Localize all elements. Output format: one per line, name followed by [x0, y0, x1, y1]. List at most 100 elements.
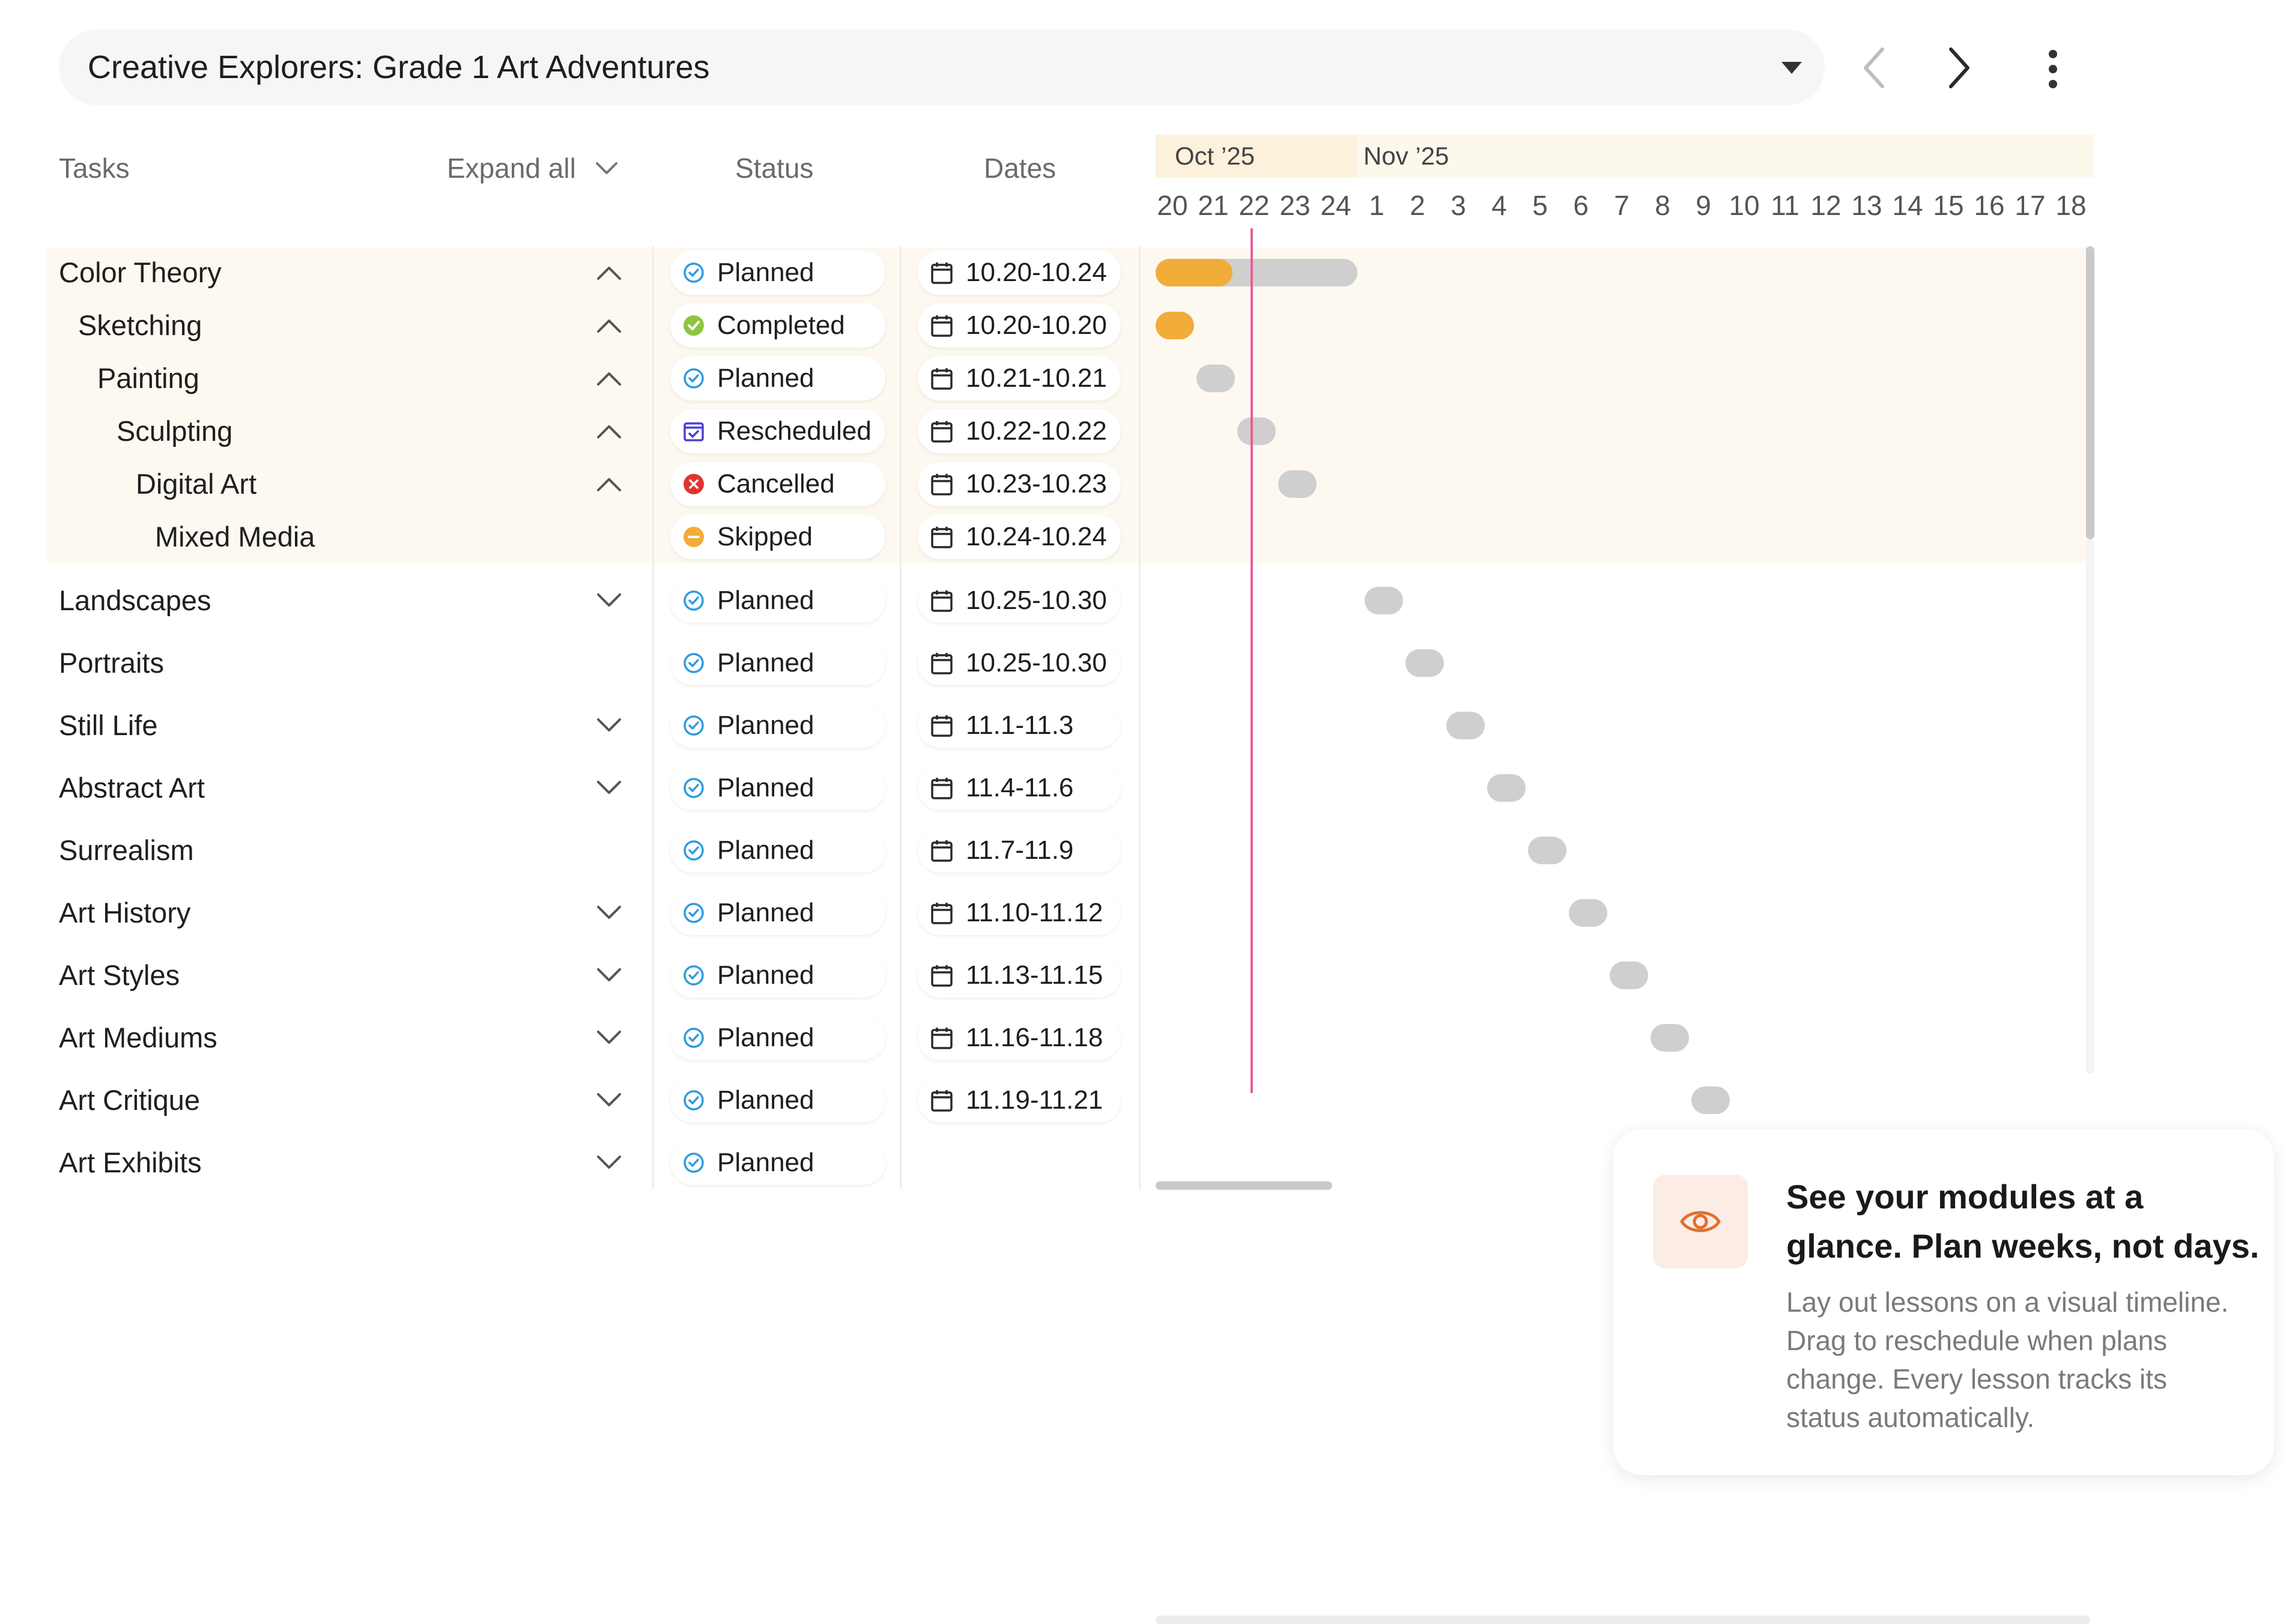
date-range[interactable]: 11.19-11.21 [918, 1078, 1121, 1123]
status-badge[interactable]: Skipped [670, 515, 885, 559]
status-label: Planned [717, 710, 814, 740]
task-label[interactable]: Art History [59, 895, 190, 931]
chevron-up-icon[interactable] [596, 317, 622, 334]
task-label[interactable]: Abstract Art [59, 770, 205, 806]
chevron-down-icon[interactable] [596, 1092, 622, 1109]
gantt-bar[interactable] [1365, 587, 1403, 614]
date-range[interactable]: 10.23-10.23 [918, 462, 1121, 506]
gantt-bar[interactable] [1651, 1024, 1689, 1052]
gantt-bar[interactable] [1487, 774, 1526, 802]
date-range[interactable]: 10.20-10.20 [918, 303, 1121, 348]
chevron-up-icon[interactable] [596, 264, 622, 281]
gantt-bar[interactable] [1610, 962, 1648, 989]
date-range[interactable]: 11.16-11.18 [918, 1016, 1121, 1060]
gantt-bar[interactable] [1156, 312, 1194, 339]
task-label[interactable]: Painting [97, 360, 199, 396]
task-label[interactable]: Landscapes [59, 583, 211, 619]
date-range[interactable]: 11.10-11.12 [918, 891, 1121, 935]
date-range[interactable]: 10.22-10.22 [918, 409, 1121, 453]
day-label: 5 [1532, 190, 1548, 221]
status-label: Completed [717, 311, 845, 340]
previous-icon[interactable] [1856, 41, 1892, 95]
status-badge[interactable]: Planned [670, 356, 885, 401]
status-badge[interactable]: Rescheduled [670, 409, 885, 453]
gantt-bar[interactable] [1237, 417, 1276, 445]
date-range[interactable]: 10.25-10.30 [918, 578, 1121, 623]
date-range[interactable]: 11.1-11.3 [918, 703, 1121, 748]
gantt-bar[interactable] [1196, 365, 1235, 392]
day-label: 13 [1851, 190, 1882, 221]
date-range[interactable]: 10.21-10.21 [918, 356, 1121, 401]
task-label[interactable]: Portraits [59, 645, 164, 681]
gantt-bar[interactable] [1278, 470, 1317, 498]
project-selector[interactable]: Creative Explorers: Grade 1 Art Adventur… [59, 29, 1825, 105]
day-label: 16 [1974, 190, 2005, 221]
status-badge[interactable]: Completed [670, 303, 885, 348]
task-label[interactable]: Art Styles [59, 957, 180, 993]
task-label[interactable]: Art Critique [59, 1082, 200, 1118]
gantt-bar[interactable] [1569, 899, 1607, 927]
chevron-down-icon[interactable] [596, 780, 622, 796]
gantt-bar[interactable] [1691, 1086, 1730, 1114]
task-label[interactable]: Color Theory [59, 255, 222, 291]
status-badge[interactable]: Cancelled [670, 462, 885, 506]
chevron-down-icon[interactable] [596, 592, 622, 609]
eye-icon-tile [1653, 1175, 1748, 1268]
card-title: See your modules at a glance. Plan weeks… [1786, 1178, 2260, 1265]
more-options-icon[interactable] [2041, 48, 2065, 90]
day-label: 24 [1320, 190, 1351, 221]
task-label[interactable]: Sculpting [117, 413, 232, 449]
page-scrollbar[interactable] [1156, 1616, 2090, 1624]
status-skipped-icon [684, 527, 704, 547]
calendar-icon [931, 1028, 953, 1049]
chevron-up-icon[interactable] [596, 370, 622, 387]
status-badge[interactable]: Planned [670, 828, 885, 873]
status-badge[interactable]: Planned [670, 953, 885, 998]
task-label[interactable]: Art Mediums [59, 1020, 217, 1056]
expand-all-button[interactable]: Expand all [447, 150, 576, 186]
status-badge[interactable]: Planned [670, 578, 885, 623]
date-range[interactable]: 11.7-11.9 [918, 828, 1121, 873]
status-badge[interactable]: Planned [670, 1078, 885, 1123]
chevron-down-icon[interactable] [596, 717, 622, 734]
task-label[interactable]: Digital Art [136, 466, 256, 502]
status-planned-icon [684, 903, 704, 923]
status-badge[interactable]: Planned [670, 641, 885, 685]
task-label[interactable]: Sketching [78, 308, 202, 344]
date-range[interactable]: 10.20-10.24 [918, 250, 1121, 295]
status-badge[interactable]: Planned [670, 1141, 885, 1185]
task-label[interactable]: Surrealism [59, 832, 194, 868]
gantt-bar[interactable] [1156, 259, 1357, 286]
gantt-bar[interactable] [1528, 837, 1566, 864]
date-range[interactable]: 11.4-11.6 [918, 766, 1121, 810]
date-range[interactable]: 10.25-10.30 [918, 641, 1121, 685]
chevron-down-icon[interactable] [596, 1154, 622, 1171]
calendar-icon [931, 590, 953, 612]
chevron-down-icon[interactable] [596, 904, 622, 921]
day-label: 14 [1892, 190, 1923, 221]
status-badge[interactable]: Planned [670, 703, 885, 748]
status-badge[interactable]: Planned [670, 766, 885, 810]
chevron-up-icon[interactable] [596, 476, 622, 492]
task-label[interactable]: Still Life [59, 707, 158, 744]
next-icon[interactable] [1941, 41, 1977, 95]
task-label[interactable]: Art Exhibits [59, 1145, 202, 1181]
status-badge[interactable]: Planned [670, 1016, 885, 1060]
vertical-scrollbar[interactable] [2086, 246, 2094, 539]
date-range[interactable]: 10.24-10.24 [918, 515, 1121, 559]
status-badge[interactable]: Planned [670, 891, 885, 935]
chevron-down-icon[interactable] [596, 967, 622, 984]
task-label[interactable]: Mixed Media [155, 519, 315, 555]
chevron-up-icon[interactable] [596, 423, 622, 440]
divider [1139, 246, 1141, 1189]
date-range[interactable]: 11.13-11.15 [918, 953, 1121, 998]
chevron-down-icon[interactable] [596, 1029, 622, 1046]
calendar-icon [931, 840, 953, 862]
gantt-bar[interactable] [1405, 649, 1444, 677]
gantt-bar[interactable] [1446, 712, 1485, 739]
status-badge[interactable]: Planned [670, 250, 885, 295]
day-label: 9 [1696, 190, 1711, 221]
horizontal-scrollbar[interactable] [1156, 1181, 1332, 1190]
chevron-down-icon[interactable] [595, 161, 619, 177]
status-label: Planned [717, 586, 814, 615]
